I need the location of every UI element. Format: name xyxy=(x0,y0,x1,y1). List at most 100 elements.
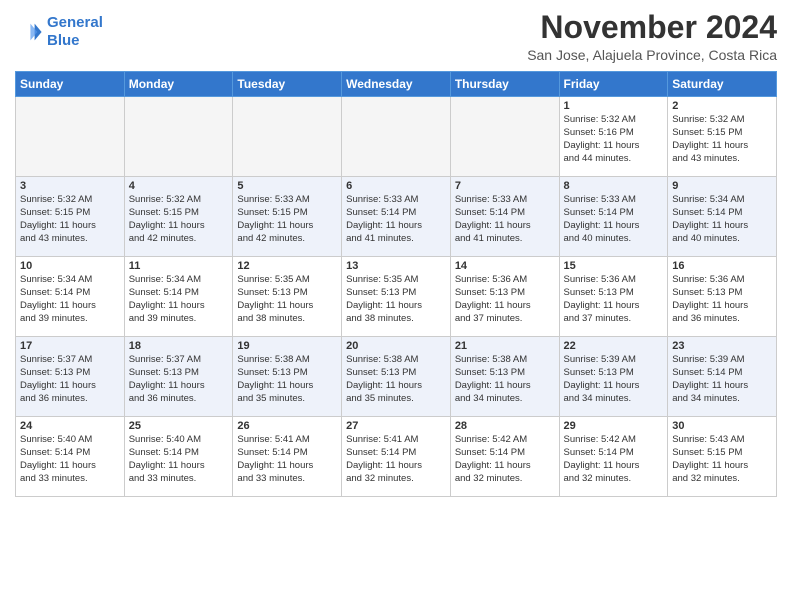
day-info: Sunrise: 5:32 AM Sunset: 5:15 PM Dayligh… xyxy=(129,194,229,245)
weekday-header: Tuesday xyxy=(233,72,342,97)
day-info: Sunrise: 5:36 AM Sunset: 5:13 PM Dayligh… xyxy=(455,274,555,325)
day-info: Sunrise: 5:37 AM Sunset: 5:13 PM Dayligh… xyxy=(129,354,229,405)
day-number: 26 xyxy=(237,420,337,432)
day-number: 15 xyxy=(564,260,664,272)
calendar-header: SundayMondayTuesdayWednesdayThursdayFrid… xyxy=(16,72,777,97)
calendar-cell: 28Sunrise: 5:42 AM Sunset: 5:14 PM Dayli… xyxy=(450,417,559,497)
day-number: 24 xyxy=(20,420,120,432)
calendar-week-row: 17Sunrise: 5:37 AM Sunset: 5:13 PM Dayli… xyxy=(16,337,777,417)
logo-icon xyxy=(15,18,43,46)
logo-text: General Blue xyxy=(47,14,103,50)
calendar-cell: 8 Sunrise: 5:33 AM Sunset: 5:14 PM Daylig… xyxy=(559,177,668,257)
day-info: Sunrise: 5:35 AM Sunset: 5:13 PM Dayligh… xyxy=(237,274,337,325)
calendar-cell: 17Sunrise: 5:37 AM Sunset: 5:13 PM Dayli… xyxy=(16,337,125,417)
calendar-cell: 20 Sunrise: 5:38 AM Sunset: 5:13 PM Dayli… xyxy=(342,337,451,417)
day-number: 5 xyxy=(237,180,337,192)
calendar-cell: 18 Sunrise: 5:37 AM Sunset: 5:13 PM Dayli… xyxy=(124,337,233,417)
day-info: Sunrise: 5:41 AM Sunset: 5:14 PM Dayligh… xyxy=(237,434,337,485)
weekday-header: Saturday xyxy=(668,72,777,97)
weekday-row: SundayMondayTuesdayWednesdayThursdayFrid… xyxy=(16,72,777,97)
day-number: 2 xyxy=(672,100,772,112)
day-info: Sunrise: 5:38 AM Sunset: 5:13 PM Dayligh… xyxy=(346,354,446,405)
calendar-body: 1Sunrise: 5:32 AM Sunset: 5:16 PM Daylig… xyxy=(16,97,777,497)
calendar-week-row: 24 Sunrise: 5:40 AM Sunset: 5:14 PM Dayli… xyxy=(16,417,777,497)
day-info: Sunrise: 5:43 AM Sunset: 5:15 PM Dayligh… xyxy=(672,434,772,485)
calendar-cell: 15Sunrise: 5:36 AM Sunset: 5:13 PM Dayli… xyxy=(559,257,668,337)
day-info: Sunrise: 5:32 AM Sunset: 5:16 PM Dayligh… xyxy=(564,114,664,165)
day-number: 12 xyxy=(237,260,337,272)
day-number: 19 xyxy=(237,340,337,352)
day-number: 16 xyxy=(672,260,772,272)
day-number: 22 xyxy=(564,340,664,352)
day-info: Sunrise: 5:40 AM Sunset: 5:14 PM Dayligh… xyxy=(20,434,120,485)
calendar-cell: 14 Sunrise: 5:36 AM Sunset: 5:13 PM Dayli… xyxy=(450,257,559,337)
day-info: Sunrise: 5:42 AM Sunset: 5:14 PM Dayligh… xyxy=(564,434,664,485)
weekday-header: Sunday xyxy=(16,72,125,97)
day-number: 8 xyxy=(564,180,664,192)
calendar-week-row: 3 Sunrise: 5:32 AM Sunset: 5:15 PM Daylig… xyxy=(16,177,777,257)
calendar-cell: 12 Sunrise: 5:35 AM Sunset: 5:13 PM Dayli… xyxy=(233,257,342,337)
logo-blue-word: Blue xyxy=(47,32,80,49)
day-number: 18 xyxy=(129,340,229,352)
day-number: 20 xyxy=(346,340,446,352)
day-info: Sunrise: 5:37 AM Sunset: 5:13 PM Dayligh… xyxy=(20,354,120,405)
calendar-cell: 11Sunrise: 5:34 AM Sunset: 5:14 PM Dayli… xyxy=(124,257,233,337)
calendar-week-row: 1Sunrise: 5:32 AM Sunset: 5:16 PM Daylig… xyxy=(16,97,777,177)
calendar-week-row: 10 Sunrise: 5:34 AM Sunset: 5:14 PM Dayli… xyxy=(16,257,777,337)
day-info: Sunrise: 5:38 AM Sunset: 5:13 PM Dayligh… xyxy=(237,354,337,405)
calendar-cell: 23Sunrise: 5:39 AM Sunset: 5:14 PM Dayli… xyxy=(668,337,777,417)
day-info: Sunrise: 5:36 AM Sunset: 5:13 PM Dayligh… xyxy=(672,274,772,325)
weekday-header: Friday xyxy=(559,72,668,97)
calendar-cell: 24 Sunrise: 5:40 AM Sunset: 5:14 PM Dayli… xyxy=(16,417,125,497)
day-info: Sunrise: 5:35 AM Sunset: 5:13 PM Dayligh… xyxy=(346,274,446,325)
calendar-cell: 16 Sunrise: 5:36 AM Sunset: 5:13 PM Dayli… xyxy=(668,257,777,337)
calendar-cell xyxy=(16,97,125,177)
day-number: 27 xyxy=(346,420,446,432)
day-info: Sunrise: 5:33 AM Sunset: 5:15 PM Dayligh… xyxy=(237,194,337,245)
day-number: 9 xyxy=(672,180,772,192)
calendar-cell: 19 Sunrise: 5:38 AM Sunset: 5:13 PM Dayli… xyxy=(233,337,342,417)
day-info: Sunrise: 5:32 AM Sunset: 5:15 PM Dayligh… xyxy=(672,114,772,165)
calendar-cell: 27 Sunrise: 5:41 AM Sunset: 5:14 PM Dayli… xyxy=(342,417,451,497)
day-number: 14 xyxy=(455,260,555,272)
page: General Blue November 2024 San Jose, Ala… xyxy=(0,0,792,612)
day-number: 28 xyxy=(455,420,555,432)
day-info: Sunrise: 5:33 AM Sunset: 5:14 PM Dayligh… xyxy=(455,194,555,245)
calendar-cell: 13 Sunrise: 5:35 AM Sunset: 5:13 PM Dayli… xyxy=(342,257,451,337)
day-number: 13 xyxy=(346,260,446,272)
calendar-cell: 2 Sunrise: 5:32 AM Sunset: 5:15 PM Daylig… xyxy=(668,97,777,177)
calendar-cell: 4 Sunrise: 5:32 AM Sunset: 5:15 PM Daylig… xyxy=(124,177,233,257)
calendar-cell xyxy=(342,97,451,177)
day-number: 29 xyxy=(564,420,664,432)
day-info: Sunrise: 5:32 AM Sunset: 5:15 PM Dayligh… xyxy=(20,194,120,245)
calendar-cell: 29 Sunrise: 5:42 AM Sunset: 5:14 PM Dayli… xyxy=(559,417,668,497)
day-info: Sunrise: 5:33 AM Sunset: 5:14 PM Dayligh… xyxy=(346,194,446,245)
day-number: 30 xyxy=(672,420,772,432)
calendar-cell: 3 Sunrise: 5:32 AM Sunset: 5:15 PM Daylig… xyxy=(16,177,125,257)
day-info: Sunrise: 5:41 AM Sunset: 5:14 PM Dayligh… xyxy=(346,434,446,485)
day-info: Sunrise: 5:33 AM Sunset: 5:14 PM Dayligh… xyxy=(564,194,664,245)
title-block: November 2024 San Jose, Alajuela Provinc… xyxy=(527,10,777,63)
day-info: Sunrise: 5:39 AM Sunset: 5:13 PM Dayligh… xyxy=(564,354,664,405)
calendar-cell: 25Sunrise: 5:40 AM Sunset: 5:14 PM Dayli… xyxy=(124,417,233,497)
calendar-cell: 22 Sunrise: 5:39 AM Sunset: 5:13 PM Dayli… xyxy=(559,337,668,417)
calendar-table: SundayMondayTuesdayWednesdayThursdayFrid… xyxy=(15,71,777,497)
weekday-header: Monday xyxy=(124,72,233,97)
day-number: 4 xyxy=(129,180,229,192)
calendar-cell: 1Sunrise: 5:32 AM Sunset: 5:16 PM Daylig… xyxy=(559,97,668,177)
logo: General Blue xyxy=(15,14,103,50)
calendar-cell: 6Sunrise: 5:33 AM Sunset: 5:14 PM Daylig… xyxy=(342,177,451,257)
day-info: Sunrise: 5:34 AM Sunset: 5:14 PM Dayligh… xyxy=(20,274,120,325)
calendar-cell: 9Sunrise: 5:34 AM Sunset: 5:14 PM Daylig… xyxy=(668,177,777,257)
weekday-header: Thursday xyxy=(450,72,559,97)
month-title: November 2024 xyxy=(527,10,777,45)
day-info: Sunrise: 5:34 AM Sunset: 5:14 PM Dayligh… xyxy=(129,274,229,325)
weekday-header: Wednesday xyxy=(342,72,451,97)
logo-general: General xyxy=(47,14,103,31)
calendar-cell: 5 Sunrise: 5:33 AM Sunset: 5:15 PM Daylig… xyxy=(233,177,342,257)
day-number: 3 xyxy=(20,180,120,192)
day-number: 21 xyxy=(455,340,555,352)
location: San Jose, Alajuela Province, Costa Rica xyxy=(527,47,777,63)
day-number: 10 xyxy=(20,260,120,272)
day-number: 25 xyxy=(129,420,229,432)
